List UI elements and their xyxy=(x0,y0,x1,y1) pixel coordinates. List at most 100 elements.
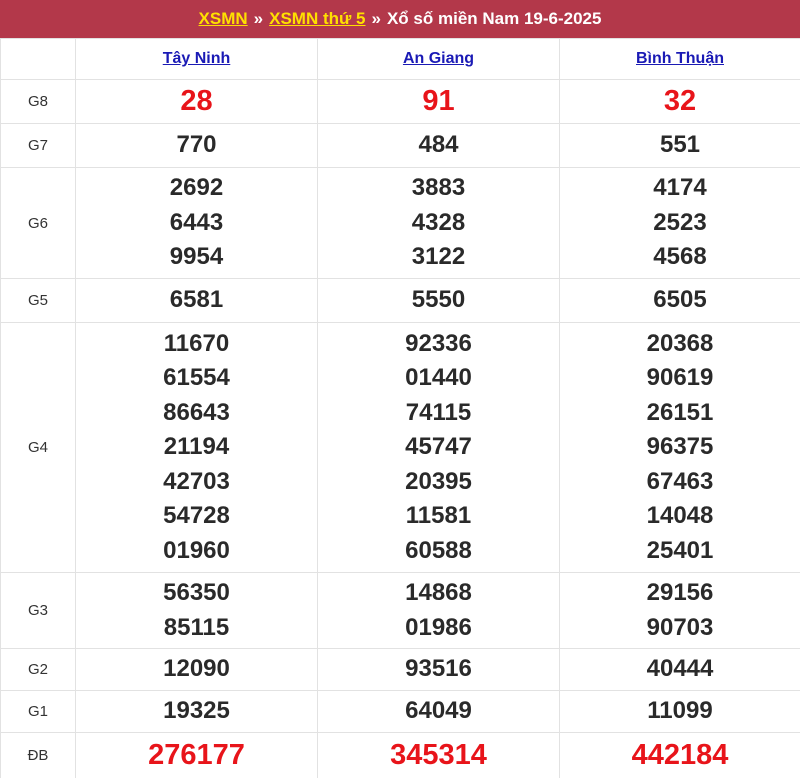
prize-number: 64049 xyxy=(405,697,472,725)
prize-number: 42703 xyxy=(163,467,230,495)
prize-label: ĐB xyxy=(0,732,76,778)
prize-cell: 345314 xyxy=(317,732,560,778)
prize-cell: 6581 xyxy=(75,278,318,323)
prize-row: G5 6581 5550 6505 xyxy=(0,278,800,323)
prize-number: 4568 xyxy=(653,243,707,271)
province-header: Tây Ninh xyxy=(75,38,318,80)
prize-row: G4 11670 61554 86643 21194 42703 54728 01960 923… xyxy=(0,322,800,573)
prize-number: 32 xyxy=(663,85,697,118)
prize-cell: 93516 xyxy=(317,648,560,691)
prize-row: G8 28 91 32 xyxy=(0,79,800,124)
prize-cell: 20368 90619 26151 96375 67463 14048 25401 xyxy=(559,322,800,573)
prize-label: G7 xyxy=(0,123,76,168)
province-header: An Giang xyxy=(317,38,560,80)
prize-number: 25401 xyxy=(646,536,714,564)
prize-number: 20368 xyxy=(646,329,714,357)
prize-number: 11099 xyxy=(647,697,713,725)
prize-cell: 64049 xyxy=(317,690,560,733)
prize-cell: 14868 01986 xyxy=(317,572,560,649)
prize-label: G4 xyxy=(0,322,76,573)
prize-number: 5550 xyxy=(411,286,466,314)
prize-cell: 19325 xyxy=(75,690,318,733)
prize-row: G2 12090 93516 40444 xyxy=(0,648,800,691)
prize-label: G8 xyxy=(0,79,76,124)
prize-number: 45747 xyxy=(405,433,472,461)
prize-number: 91 xyxy=(422,85,455,118)
prize-number: 96375 xyxy=(646,433,714,461)
prize-number: 29156 xyxy=(646,579,714,606)
prize-number: 60588 xyxy=(405,536,472,564)
prize-number: 6443 xyxy=(169,208,224,236)
province-link-binh-thuan[interactable]: Bình Thuận xyxy=(636,50,724,67)
prize-number: 2692 xyxy=(169,174,224,202)
prize-cell: 11099 xyxy=(559,690,800,733)
prize-cell: 92336 01440 74115 45747 20395 11581 60588 xyxy=(317,322,560,573)
prize-number: 11581 xyxy=(405,502,472,530)
province-link-tay-ninh[interactable]: Tây Ninh xyxy=(163,50,231,67)
prize-cell: 770 xyxy=(75,123,318,168)
prize-number: 01440 xyxy=(405,364,472,392)
breadcrumb-separator: » xyxy=(253,9,264,28)
prize-number: 28 xyxy=(180,85,213,118)
prize-row: ĐB 276177 345314 442184 xyxy=(0,732,800,778)
results-table: Tây Ninh An Giang Bình Thuận G8 28 91 32 G7 7… xyxy=(0,38,800,778)
prize-number: 6581 xyxy=(169,286,224,314)
province-link-an-giang[interactable]: An Giang xyxy=(403,50,474,67)
prize-number: 770 xyxy=(176,131,217,159)
prize-label: G2 xyxy=(0,648,76,691)
prize-cell: 551 xyxy=(559,123,800,168)
prize-number: 92336 xyxy=(405,329,472,357)
prize-cell: 32 xyxy=(559,79,800,124)
prize-cell: 91 xyxy=(317,79,560,124)
prize-number: 90619 xyxy=(646,364,714,392)
prize-number: 484 xyxy=(418,131,459,159)
breadcrumb-link-xsmn-thu5[interactable]: XSMN thứ 5 xyxy=(269,9,365,29)
prize-number: 3883 xyxy=(411,174,466,202)
prize-label: G5 xyxy=(0,278,76,323)
prize-number: 2523 xyxy=(653,208,707,236)
prize-cell: 5550 xyxy=(317,278,560,323)
prize-cell: 29156 90703 xyxy=(559,572,800,649)
prize-cell: 28 xyxy=(75,79,318,124)
prize-cell: 484 xyxy=(317,123,560,168)
prize-number: 86643 xyxy=(163,398,230,426)
prize-number: 54728 xyxy=(163,502,230,530)
prize-number: 14868 xyxy=(405,579,472,606)
prize-cell: 442184 xyxy=(559,732,800,778)
prize-number: 3122 xyxy=(411,243,466,271)
breadcrumb-link-xsmn[interactable]: XSMN xyxy=(199,9,248,29)
prize-row: G6 2692 6443 9954 3883 4328 3122 4174 2523 4568 xyxy=(0,167,800,279)
prize-number: 67463 xyxy=(646,467,714,495)
prize-number: 40444 xyxy=(646,655,714,683)
prize-number: 4174 xyxy=(653,174,707,202)
prize-number: 85115 xyxy=(163,613,230,641)
prize-cell: 40444 xyxy=(559,648,800,691)
prize-number: 14048 xyxy=(646,502,714,530)
prize-cell: 6505 xyxy=(559,278,800,323)
prize-number: 345314 xyxy=(390,739,487,772)
breadcrumb-header: XSMN » XSMN thứ 5 » Xổ số miền Nam 19-6-… xyxy=(0,0,800,38)
prize-number: 20395 xyxy=(405,467,472,495)
prize-row: G3 56350 85115 14868 01986 29156 90703 xyxy=(0,572,800,649)
prize-number: 9954 xyxy=(169,243,224,271)
prize-number: 26151 xyxy=(646,398,714,426)
prize-cell: 12090 xyxy=(75,648,318,691)
prize-number: 11670 xyxy=(163,329,230,357)
prize-row: G1 19325 64049 11099 xyxy=(0,690,800,733)
page-title: Xổ số miền Nam 19-6-2025 xyxy=(386,9,602,28)
prize-cell: 2692 6443 9954 xyxy=(75,167,318,279)
prize-label: G3 xyxy=(0,572,76,649)
prize-cell: 4174 2523 4568 xyxy=(559,167,800,279)
prize-number: 90703 xyxy=(646,613,714,641)
prize-number: 56350 xyxy=(163,579,230,606)
prize-number: 01986 xyxy=(405,613,472,641)
prize-number: 6505 xyxy=(653,286,707,314)
prize-number: 442184 xyxy=(631,739,729,772)
prize-cell: 3883 4328 3122 xyxy=(317,167,560,279)
prize-label: G6 xyxy=(0,167,76,279)
prize-number: 93516 xyxy=(405,655,472,683)
prize-number: 61554 xyxy=(163,364,230,392)
prize-number: 276177 xyxy=(148,739,245,772)
prize-rows: G8 28 91 32 G7 770 484 551 G6 2692 6443 9954 3883 432… xyxy=(0,79,800,778)
prize-label-header xyxy=(0,38,76,80)
